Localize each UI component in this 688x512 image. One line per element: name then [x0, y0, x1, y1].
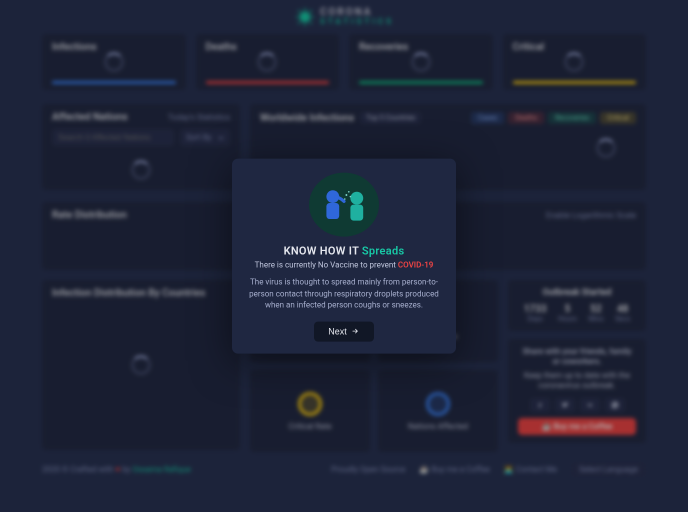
brand-line1: CORONA — [320, 8, 394, 18]
loading-spinner-icon — [131, 355, 151, 375]
affected-nations-panel: Affected Nations Today's Statistics Sort… — [42, 104, 240, 190]
share-body: Keep them up to date with the coronaviru… — [518, 371, 636, 392]
infection-by-country-title: Infection Distribution By Countries — [52, 288, 230, 299]
stat-label-infections: Infections — [52, 42, 176, 53]
modal-title: KNOW HOW IT Spreads — [244, 245, 444, 258]
loading-spinner-icon — [596, 138, 616, 158]
today-stats-link[interactable]: Today's Statistics — [168, 113, 230, 122]
worldwide-title: Worldwide Infections — [260, 113, 354, 124]
search-input[interactable] — [52, 129, 174, 146]
onboarding-modal: KNOW HOW IT Spreads There is currently N… — [232, 159, 456, 354]
stat-card-critical: Critical — [503, 34, 647, 90]
outbreak-mins-value: 52 — [588, 304, 603, 315]
heart-icon: ♥ — [115, 465, 120, 474]
coffee-icon: ☕ — [542, 422, 554, 431]
share-facebook-button[interactable] — [530, 398, 550, 412]
outbreak-title: Outbreak Started — [518, 288, 636, 298]
stat-card-infections: Infections — [42, 34, 186, 90]
twitter-icon — [561, 401, 569, 409]
whatsapp-icon — [611, 401, 619, 409]
chip-deaths[interactable]: Deaths — [508, 112, 544, 124]
brand-logo: CORONA STATISTICS — [0, 0, 688, 34]
loading-spinner-icon — [104, 52, 124, 72]
loading-spinner-icon — [131, 160, 151, 180]
loading-spinner-icon — [257, 52, 277, 72]
rate-distribution-title: Rate Distribution — [52, 210, 127, 221]
nations-icon — [426, 392, 450, 416]
brand-line2: STATISTICS — [320, 18, 394, 26]
nations-affected-card: Nations Affected — [378, 370, 498, 452]
infection-by-country-panel: Infection Distribution By Countries — [42, 280, 240, 450]
outbreak-days-value: 1733 — [524, 304, 547, 315]
share-whatsapp-button[interactable] — [605, 398, 625, 412]
affected-nations-title: Affected Nations — [52, 112, 128, 123]
share-twitter-button[interactable] — [555, 398, 575, 412]
stat-card-recoveries: Recoveries — [349, 34, 493, 90]
stat-label-recoveries: Recoveries — [359, 42, 483, 53]
chevron-down-icon — [218, 135, 224, 141]
outbreak-hours-value: 5 — [558, 304, 577, 315]
contact-icon: 🧑‍💻 — [504, 465, 516, 474]
outbreak-hours-label: Hours — [558, 315, 577, 323]
stat-label-deaths: Deaths — [206, 42, 330, 53]
sort-by-label: Sort By — [186, 133, 212, 142]
footer-open-source-link[interactable]: Proudly Open Source — [331, 465, 405, 474]
outbreak-days-label: Days — [524, 315, 547, 323]
footer-credit: 2020 © Crafted with ♥ by Ossama Rafique — [42, 465, 191, 474]
share-title: Share with your friends, family or cowor… — [518, 347, 636, 368]
outbreak-secs-value: 48 — [615, 304, 630, 315]
footer-contact-link[interactable]: 🧑‍💻 Contact Me — [504, 465, 557, 474]
facebook-icon — [536, 401, 544, 409]
buy-coffee-button[interactable]: ☕ Buy me a Coffee — [518, 418, 636, 435]
modal-subtitle: There is currently No Vaccine to prevent… — [244, 261, 444, 270]
virus-logo-icon — [294, 6, 316, 28]
loading-spinner-icon — [564, 52, 584, 72]
arrow-right-icon — [351, 327, 360, 336]
nations-affected-label: Nations Affected — [408, 422, 468, 431]
coffee-icon: ☕ — [419, 465, 431, 474]
modal-body: The virus is thought to spread mainly fr… — [244, 277, 444, 312]
outbreak-started-panel: Outbreak Started 1733Days 5Hours 52Mins … — [508, 280, 646, 331]
loading-spinner-icon — [411, 52, 431, 72]
share-panel: Share with your friends, family or cowor… — [508, 339, 646, 443]
footer-coffee-link[interactable]: ☕ Buy me a Coffee — [419, 465, 489, 474]
chip-critical[interactable]: Critical — [600, 112, 636, 124]
language-dropdown[interactable]: Select Language — [571, 462, 646, 477]
next-button[interactable]: Next — [314, 321, 374, 341]
vk-icon — [586, 401, 594, 409]
critical-rate-label: Critical Rate — [288, 422, 331, 431]
share-vk-button[interactable] — [580, 398, 600, 412]
chip-recoveries[interactable]: Recoveries — [548, 112, 596, 124]
outbreak-mins-label: Mins — [588, 315, 603, 323]
sort-by-dropdown[interactable]: Sort By — [180, 129, 230, 146]
enable-log-scale-toggle[interactable]: Enable Logarithmic Scale — [546, 211, 636, 220]
stat-card-deaths: Deaths — [196, 34, 340, 90]
author-link[interactable]: Ossama Rafique — [132, 465, 190, 474]
chip-cases[interactable]: Cases — [471, 112, 504, 124]
stat-label-critical: Critical — [513, 42, 637, 53]
outbreak-secs-label: Secs — [615, 315, 630, 323]
top5-badge: Top 5 Countries — [360, 112, 421, 124]
critical-rate-card: Critical Rate — [250, 370, 370, 452]
critical-icon — [298, 392, 322, 416]
spread-illustration — [309, 173, 379, 237]
